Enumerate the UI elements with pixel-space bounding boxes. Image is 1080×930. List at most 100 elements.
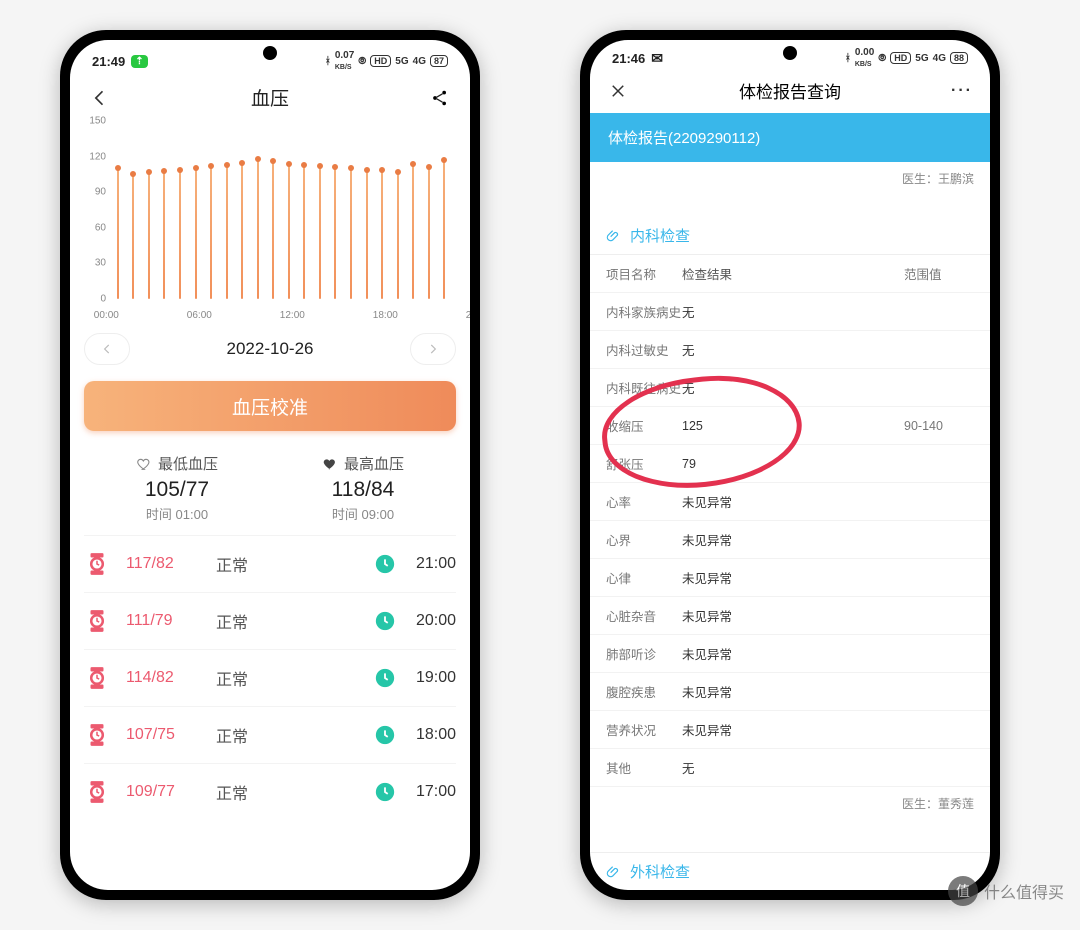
record-row[interactable]: 114/82正常19:00 xyxy=(84,649,456,706)
x-tick: 06:00 xyxy=(187,310,212,321)
clock-icon xyxy=(374,781,396,803)
chart-bar xyxy=(390,172,406,299)
chart-bar xyxy=(234,163,250,299)
record-status: 正常 xyxy=(216,609,374,633)
table-row: 心率未见异常 xyxy=(590,483,990,521)
status-time: 21:49 xyxy=(92,54,125,69)
clip-icon xyxy=(606,228,622,244)
record-row[interactable]: 109/77正常 17:00 xyxy=(84,763,456,820)
bp-chart: 030609012015000:0006:0012:0018:0024:00 xyxy=(84,121,456,321)
cell-name: 内科家族病史 xyxy=(606,302,682,321)
status-time: 21:46 xyxy=(612,51,645,66)
cell-name: 内科既往病史 xyxy=(606,378,682,397)
record-time: 18:00 xyxy=(404,726,456,744)
cell-name: 心脏杂音 xyxy=(606,606,682,625)
clock-icon xyxy=(374,667,396,689)
record-status: 正常 xyxy=(216,723,374,747)
cell-result: 未见异常 xyxy=(682,568,904,587)
watch-icon xyxy=(84,779,110,805)
record-row[interactable]: 107/75正常 18:00 xyxy=(84,706,456,763)
cell-result: 未见异常 xyxy=(682,492,904,511)
more-button[interactable]: ··· xyxy=(950,79,974,103)
cell-name: 肺部听诊 xyxy=(606,644,682,663)
table-row: 肺部听诊未见异常 xyxy=(590,635,990,673)
chart-bar xyxy=(219,165,235,299)
record-row[interactable]: 117/82正常21:00 xyxy=(84,535,456,592)
watch-icon xyxy=(84,722,110,748)
cell-result: 未见异常 xyxy=(682,644,904,663)
clip-icon xyxy=(606,864,622,880)
cell-name: 心律 xyxy=(606,568,682,587)
heart-outline-icon xyxy=(136,456,152,472)
doctor-top: 医生：王鹏滨 xyxy=(590,162,990,217)
share-button[interactable] xyxy=(428,86,452,110)
cell-name: 腹腔疾患 xyxy=(606,682,682,701)
max-bp-time: 时间 09:00 xyxy=(270,504,456,523)
bluetooth-icon: ᚼ xyxy=(845,53,851,64)
chart-bar xyxy=(110,168,126,299)
table-row: 收缩压12590-140 xyxy=(590,407,990,445)
date-label: 2022-10-26 xyxy=(227,339,314,359)
bp-summary: 最低血压 105/77 时间 01:00 最高血压 118/84 时间 09:0… xyxy=(70,447,470,535)
chart-bar xyxy=(172,170,188,299)
cell-name: 舒张压 xyxy=(606,454,682,473)
cell-name: 心率 xyxy=(606,492,682,511)
heart-solid-icon xyxy=(322,456,338,472)
chart-bar xyxy=(188,168,204,299)
signal-4g-icon: 4G xyxy=(933,53,946,64)
record-time: 21:00 xyxy=(404,555,456,573)
table-row: 营养状况未见异常 xyxy=(590,711,990,749)
record-status: 正常 xyxy=(216,780,374,804)
section-surgery[interactable]: 外科检查 xyxy=(590,852,990,890)
bluetooth-icon: ᚼ xyxy=(325,56,331,67)
table-header: 项目名称 检查结果 范围值 xyxy=(590,255,990,293)
page-title: 血压 xyxy=(112,84,428,111)
y-tick: 60 xyxy=(84,222,106,233)
record-bp: 109/77 xyxy=(126,783,216,801)
next-day-button[interactable] xyxy=(410,333,456,365)
record-time: 20:00 xyxy=(404,612,456,630)
chart-bar xyxy=(203,166,219,299)
table-row: 腹腔疾患未见异常 xyxy=(590,673,990,711)
min-bp-label: 最低血压 xyxy=(158,453,218,474)
cell-range: 90-140 xyxy=(904,419,974,433)
cell-result: 无 xyxy=(682,758,904,777)
y-tick: 150 xyxy=(84,116,106,127)
x-tick: 12:00 xyxy=(280,310,305,321)
section-internal[interactable]: 内科检查 xyxy=(590,217,990,255)
chart-bar xyxy=(297,165,313,299)
close-button[interactable] xyxy=(606,79,630,103)
back-button[interactable] xyxy=(88,86,112,110)
cell-result: 未见异常 xyxy=(682,530,904,549)
camera-notch xyxy=(783,46,797,60)
calibrate-button[interactable]: 血压校准 xyxy=(84,381,456,431)
chart-bar xyxy=(421,167,437,299)
table-row: 内科家族病史无 xyxy=(590,293,990,331)
chart-bar xyxy=(265,161,281,299)
wechat-icon: ✉ xyxy=(651,50,663,67)
doctor-bottom: 医生：董秀莲 xyxy=(590,787,990,852)
max-bp-value: 118/84 xyxy=(270,478,456,502)
clock-icon xyxy=(374,553,396,575)
record-time: 17:00 xyxy=(404,783,456,801)
page-title: 体检报告查询 xyxy=(630,78,950,103)
prev-day-button[interactable] xyxy=(84,333,130,365)
chart-bar xyxy=(343,168,359,299)
cell-name: 其他 xyxy=(606,758,682,777)
chart-bar xyxy=(250,159,266,299)
cell-result: 未见异常 xyxy=(682,606,904,625)
record-list: 117/82正常21:00111/79正常20:00114/82正常19:001… xyxy=(70,535,470,890)
record-status: 正常 xyxy=(216,666,374,690)
report-banner: 体检报告(2209290112) xyxy=(590,113,990,162)
cell-name: 内科过敏史 xyxy=(606,340,682,359)
record-bp: 107/75 xyxy=(126,726,216,744)
record-row[interactable]: 111/79正常20:00 xyxy=(84,592,456,649)
clock-icon xyxy=(374,610,396,632)
chart-bar xyxy=(126,174,142,299)
wifi-icon: ⦾ xyxy=(358,56,366,67)
y-tick: 120 xyxy=(84,151,106,162)
phone-right: 21:46 ✉ ᚼ 0.00KB/S ⦾ HD 5G 4G 88 体检报告查询 xyxy=(580,30,1000,900)
signal-5g-icon: 5G xyxy=(915,53,928,64)
watch-icon xyxy=(84,665,110,691)
signal-5g-icon: 5G xyxy=(395,56,408,67)
